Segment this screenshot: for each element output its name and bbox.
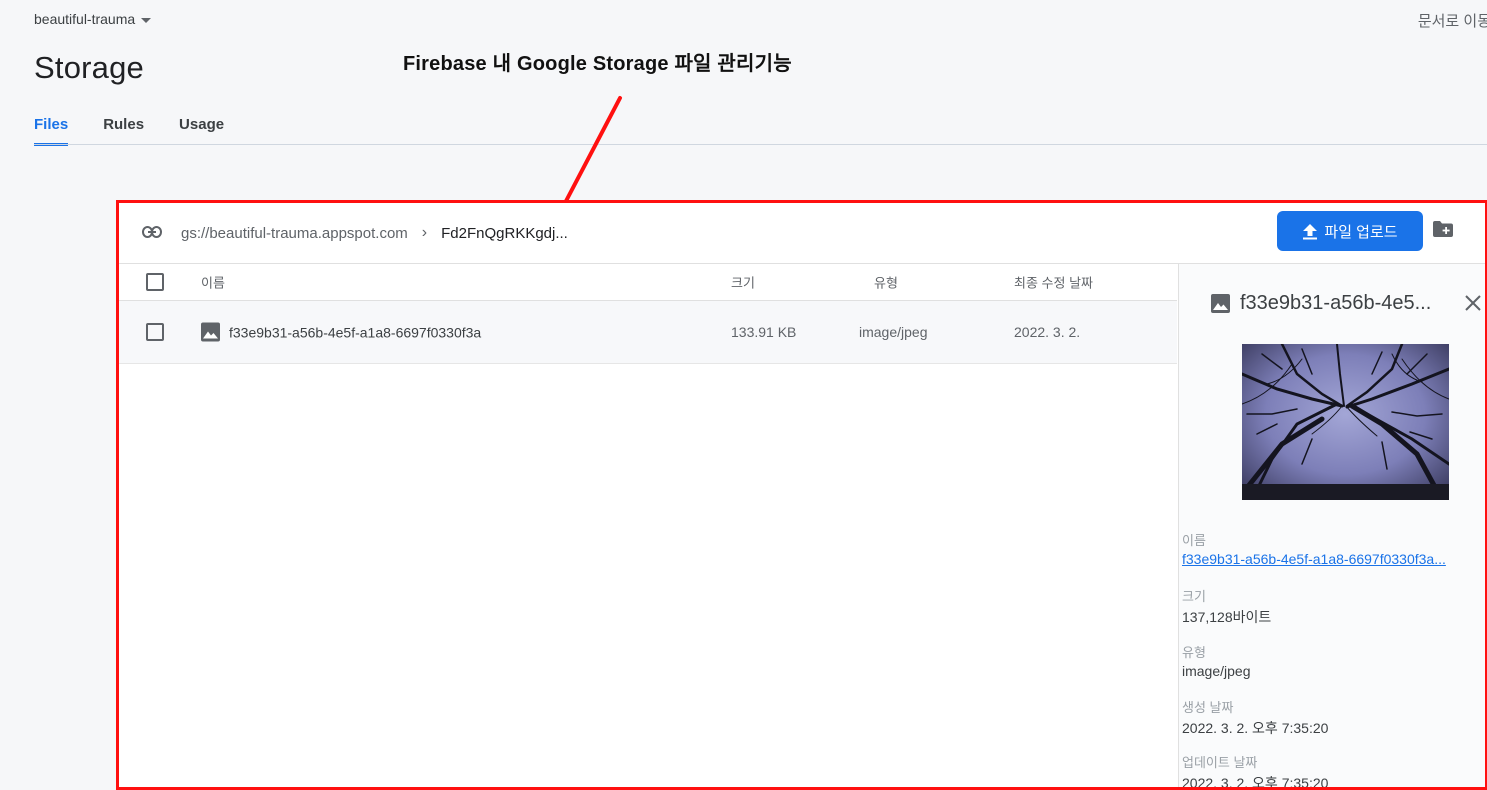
file-modified-date: 2022. 3. 2. — [1014, 324, 1081, 340]
close-icon[interactable] — [1461, 291, 1485, 315]
detail-value-type: image/jpeg — [1182, 663, 1251, 679]
detail-value-created: 2022. 3. 2. 오후 7:35:20 — [1182, 720, 1329, 736]
details-header: f33e9b31-a56b-4e5... — [1211, 292, 1431, 315]
image-file-icon — [1211, 294, 1230, 313]
image-preview[interactable] — [1242, 344, 1449, 500]
detail-value-name[interactable]: f33e9b31-a56b-4e5f-a1a8-6697f0330f3a... — [1182, 551, 1446, 567]
detail-field-name: 이름 f33e9b31-a56b-4e5f-a1a8-6697f0330f3a.… — [1182, 530, 1446, 567]
detail-value-size: 137,128바이트 — [1182, 609, 1272, 625]
bucket-path[interactable]: gs://beautiful-trauma.appspot.com — [181, 225, 408, 242]
create-folder-icon[interactable] — [1432, 220, 1454, 238]
file-name: f33e9b31-a56b-4e5f-a1a8-6697f0330f3a — [229, 324, 482, 340]
storage-browser-panel: gs://beautiful-trauma.appspot.com › Fd2F… — [116, 200, 1487, 790]
upload-button-label: 파일 업로드 — [1324, 223, 1398, 241]
row-checkbox[interactable] — [146, 323, 164, 341]
detail-field-created: 생성 날짜 2022. 3. 2. 오후 7:35:20 — [1182, 697, 1328, 738]
detail-label-size: 크기 — [1182, 589, 1206, 604]
detail-label-updated: 업데이트 날짜 — [1182, 755, 1258, 770]
detail-field-size: 크기 137,128바이트 — [1182, 586, 1271, 627]
file-details-panel: f33e9b31-a56b-4e5... 이름 f33e9b31-a56b-4e… — [1178, 264, 1485, 787]
current-folder[interactable]: Fd2FnQgRKKgdj... — [441, 225, 568, 242]
table-row[interactable]: f33e9b31-a56b-4e5f-a1a8-6697f0330f3a 133… — [119, 301, 1177, 364]
detail-field-updated: 업데이트 날짜 2022. 3. 2. 오후 7:35:20 — [1182, 752, 1329, 790]
image-file-icon — [201, 322, 220, 342]
column-header-type[interactable]: 유형 — [874, 273, 898, 292]
column-header-size[interactable]: 크기 — [731, 273, 755, 292]
select-all-checkbox[interactable] — [146, 273, 164, 291]
file-name-cell[interactable]: f33e9b31-a56b-4e5f-a1a8-6697f0330f3a — [201, 322, 482, 342]
detail-label-created: 생성 날짜 — [1182, 700, 1234, 715]
detail-label-name: 이름 — [1182, 533, 1206, 548]
upload-icon — [1303, 223, 1318, 239]
chevron-right-icon: › — [421, 224, 428, 241]
file-size: 133.91 KB — [731, 324, 797, 340]
upload-file-button[interactable]: 파일 업로드 — [1277, 211, 1423, 251]
storage-toolbar: gs://beautiful-trauma.appspot.com › Fd2F… — [119, 203, 1485, 264]
column-header-name[interactable]: 이름 — [201, 273, 225, 292]
detail-value-updated: 2022. 3. 2. 오후 7:35:20 — [1182, 775, 1329, 790]
breadcrumb: gs://beautiful-trauma.appspot.com › Fd2F… — [181, 224, 568, 242]
detail-label-type: 유형 — [1182, 645, 1206, 660]
link-icon[interactable] — [142, 226, 162, 238]
file-list-header: 이름 크기 유형 최종 수정 날짜 — [119, 264, 1177, 301]
details-title: f33e9b31-a56b-4e5... — [1240, 292, 1432, 314]
column-header-modified[interactable]: 최종 수정 날짜 — [1014, 273, 1093, 292]
detail-field-type: 유형 image/jpeg — [1182, 642, 1251, 679]
file-list: 이름 크기 유형 최종 수정 날짜 f33e9b31-a56b-4e5f-a1a… — [119, 264, 1177, 787]
file-type: image/jpeg — [859, 324, 928, 340]
